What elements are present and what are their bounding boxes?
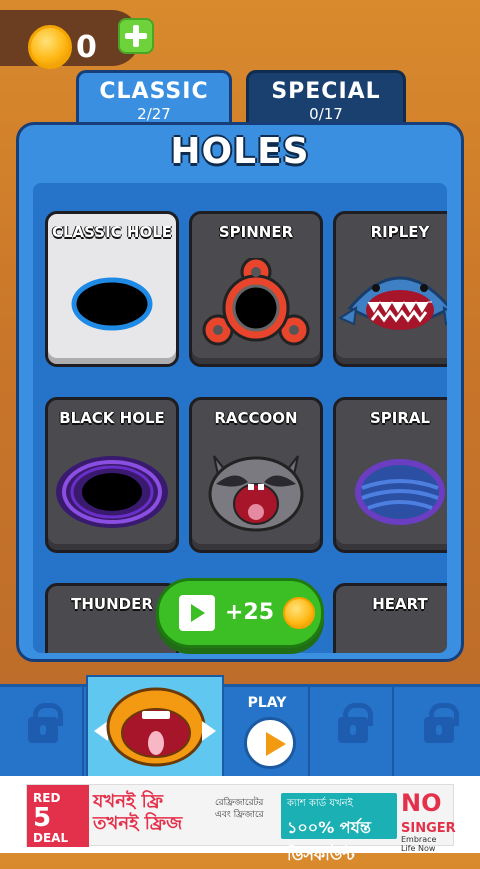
ad-subtext: রেফ্রিজারেটর এবং ফ্রিজারে xyxy=(215,798,264,820)
coin-icon xyxy=(283,597,315,629)
skin-slot-selected[interactable] xyxy=(86,675,224,779)
next-skin-icon[interactable] xyxy=(202,721,216,741)
hole-card-classic[interactable]: CLASSIC HOLE xyxy=(45,211,179,367)
skin-selector-bar: PLAY xyxy=(0,675,480,779)
hole-card-label: BLACK HOLE xyxy=(59,409,165,427)
ad-discount-percent: ১০০% পর্যন্ত ডিসকাউন্ট xyxy=(287,818,371,864)
hole-card-label: HEART xyxy=(372,595,428,613)
hole-card-label: RIPLEY xyxy=(370,223,430,241)
watch-video-reward-button[interactable]: +25 xyxy=(156,578,324,648)
ad-no-label: NO xyxy=(401,789,442,817)
ad-content[interactable]: RED 5 DEAL যখনই ফ্রি তখনই ফ্রিজ রেফ্রিজা… xyxy=(26,784,456,864)
red-deal-badge: RED 5 DEAL xyxy=(27,785,89,847)
spiral-hole-icon xyxy=(355,459,445,525)
play-label: PLAY xyxy=(247,695,287,711)
panel-title: HOLES xyxy=(170,131,310,172)
ad-banner[interactable]: RED 5 DEAL যখনই ফ্রি তখনই ফ্রিজ রেফ্রিজা… xyxy=(0,776,480,864)
hole-card-label: RACCOON xyxy=(214,409,298,427)
lock-icon xyxy=(424,703,459,743)
ad-headline: যখনই ফ্রি তখনই ফ্রিজ xyxy=(93,791,183,834)
black-hole-icon xyxy=(56,456,168,528)
hole-card-spiral[interactable]: SPIRAL xyxy=(333,397,447,553)
coin-icon xyxy=(28,25,72,69)
coin-count: 0 xyxy=(76,30,97,65)
tab-classic-progress: 2/27 xyxy=(137,105,171,123)
ad-tagline: Embrace Life Now xyxy=(401,835,437,853)
hole-card-label: SPIRAL xyxy=(369,409,431,427)
lock-icon xyxy=(28,703,63,743)
ad-brand: SINGER xyxy=(401,821,456,836)
hole-card-spinner[interactable]: SPINNER xyxy=(189,211,323,367)
raccoon-hole-icon xyxy=(208,455,304,532)
shark-hole-icon xyxy=(337,276,447,330)
lock-icon xyxy=(338,703,373,743)
tab-special[interactable]: SPECIAL 0/17 xyxy=(246,70,406,126)
smiley-skin-icon xyxy=(106,687,206,767)
classic-hole-icon xyxy=(71,277,153,331)
red-deal-number: 5 xyxy=(33,803,52,833)
add-coins-button[interactable] xyxy=(118,18,154,54)
hole-card-black-hole[interactable]: BLACK HOLE xyxy=(45,397,179,553)
red-deal-line2: DEAL xyxy=(33,831,69,845)
hole-card-raccoon[interactable]: RACCOON xyxy=(189,397,323,553)
ad-discount-box: ক্যাশ কার্ড যখনই ১০০% পর্যন্ত ডিসকাউন্ট xyxy=(281,793,397,864)
skin-slot-locked[interactable] xyxy=(396,687,480,779)
spinner-hole-icon xyxy=(202,258,310,346)
hole-card-heart[interactable]: HEART xyxy=(333,583,447,653)
tab-special-progress: 0/17 xyxy=(309,105,343,123)
reward-amount: +25 xyxy=(225,600,275,625)
tab-special-label: SPECIAL xyxy=(271,79,381,104)
video-icon xyxy=(179,595,215,631)
skin-slot-locked[interactable] xyxy=(0,687,84,779)
hole-card-ripley[interactable]: RIPLEY xyxy=(333,211,447,367)
ad-discount-line: ক্যাশ কার্ড যখনই xyxy=(287,798,353,809)
play-button[interactable] xyxy=(244,717,296,769)
hole-card-label: SPINNER xyxy=(218,223,294,241)
play-slot[interactable]: PLAY xyxy=(226,687,310,779)
tab-classic-label: CLASSIC xyxy=(99,79,209,104)
skin-slot-locked[interactable] xyxy=(310,687,394,779)
hole-card-label: CLASSIC HOLE xyxy=(51,223,173,241)
